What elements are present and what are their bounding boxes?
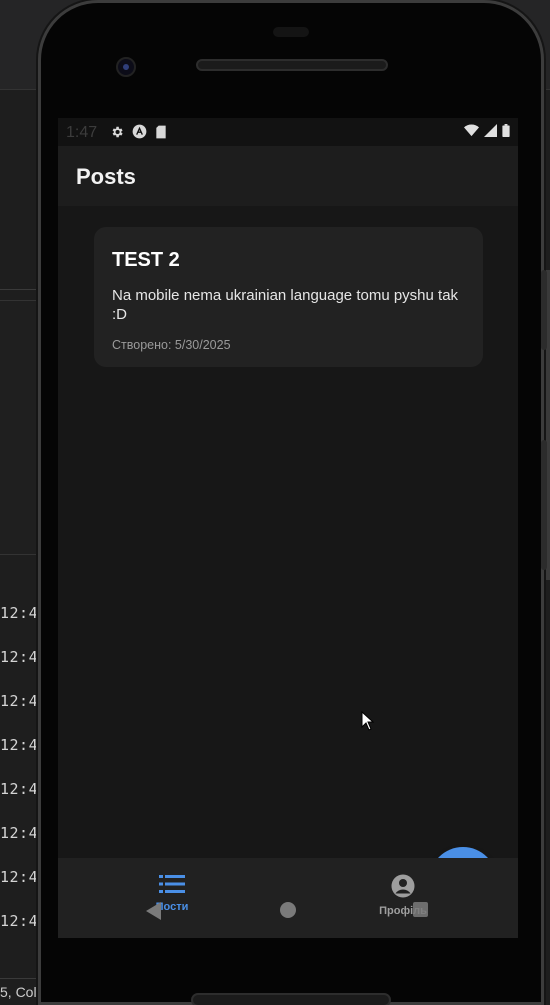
recents-icon[interactable] [413,902,428,917]
earpiece-speaker [196,59,388,71]
list-icon [159,875,185,898]
app-bar: Posts [58,146,518,206]
status-time: 1:47 [66,124,98,141]
bottom-speaker [191,993,391,1005]
ide-cursor-position: 5, Col [0,984,37,1000]
tab-profile[interactable]: Профіль [358,874,448,920]
mouse-cursor-icon [361,710,375,736]
post-body: Na mobile nema ukrainian language tomu p… [112,287,459,323]
desktop-stage: 12:45 12:45 12:45 12:45 12:45 12:45 12:4… [0,0,550,1005]
page-title: Posts [76,164,136,189]
tab-posts-label: Пости [155,901,189,913]
post-title: TEST 2 [112,249,180,271]
back-icon[interactable] [146,902,162,925]
android-status-bar: 1:47 [58,118,518,146]
battery-icon [502,124,510,140]
top-slot [273,27,309,37]
post-card[interactable]: TEST 2 Na mobile nema ukrainian language… [94,227,483,367]
home-icon[interactable] [280,902,296,918]
signal-icon [484,124,497,140]
tab-posts[interactable]: Пости [127,874,217,920]
front-camera-icon [116,57,136,77]
device-screen: 1:47 Posts TEST 2 Na mobile nema ukraini… [58,118,518,938]
tab-profile-label: Профіль [379,905,427,917]
sd-card-icon [155,125,167,142]
a-badge-icon [132,124,147,142]
account-circle-icon [391,874,415,902]
gear-icon [110,125,124,142]
post-created-date: Створено: 5/30/2025 [112,338,231,352]
bottom-navigation: Пости Профіль [58,858,518,938]
posts-list[interactable]: TEST 2 Na mobile nema ukrainian language… [58,206,518,915]
wifi-icon [464,124,479,140]
volume-button[interactable] [541,440,547,570]
power-button[interactable] [541,270,547,350]
